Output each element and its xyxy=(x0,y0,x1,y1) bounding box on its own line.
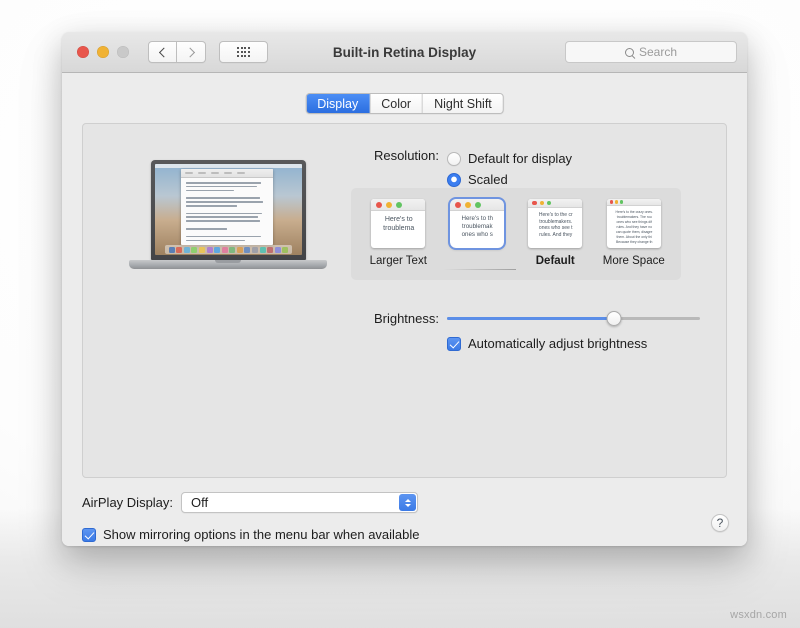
thumbnail-titlebar xyxy=(371,199,425,211)
brightness-row: Brightness: xyxy=(351,310,700,326)
scaled-option-larger-text[interactable]: Here's to troublema Larger Text xyxy=(363,199,433,267)
macbook-document-toolbar xyxy=(181,169,273,178)
checkbox-show-mirroring[interactable] xyxy=(82,528,96,542)
resolution-row: Resolution: Default for display Scaled xyxy=(351,148,572,190)
brightness-label: Brightness: xyxy=(351,311,439,326)
display-preferences-window: Built-in Retina Display Search Display C… xyxy=(62,32,747,546)
auto-brightness-label: Automatically adjust brightness xyxy=(468,336,647,351)
thumb-line: Here's to th xyxy=(454,215,501,223)
scaled-label-more-space: More Space xyxy=(599,255,669,267)
navigation-buttons xyxy=(148,41,206,63)
thumbnail-text: Here's to th troublemak ones who s xyxy=(450,211,504,240)
thumbnail-more-space: Here's to the crazy ones. troublemakers.… xyxy=(607,199,661,248)
thumb-line: rules. And they xyxy=(532,232,579,239)
window-titlebar: Built-in Retina Display Search xyxy=(62,32,747,73)
macbook-preview-image xyxy=(129,160,327,285)
thumb-line: troublemak xyxy=(454,223,501,231)
thumbnail-titlebar xyxy=(607,199,661,206)
scaled-option-more-space[interactable]: Here's to the crazy ones. troublemakers.… xyxy=(599,199,669,267)
show-mirroring-row[interactable]: Show mirroring options in the menu bar w… xyxy=(82,527,420,542)
thumb-line: troublema xyxy=(375,224,422,233)
auto-brightness-row[interactable]: Automatically adjust brightness xyxy=(447,336,647,351)
radio-icon-scaled xyxy=(447,173,461,187)
radio-default-for-display[interactable]: Default for display xyxy=(447,148,572,169)
chevron-right-icon xyxy=(185,47,195,57)
macbook-menubar xyxy=(155,164,302,168)
checkbox-auto-brightness[interactable] xyxy=(447,337,461,351)
airplay-select[interactable]: Off xyxy=(181,492,418,513)
display-controls: Resolution: Default for display Scaled xyxy=(351,124,726,477)
thumbnail-default: Here's to the cr troublemakers. ones who… xyxy=(528,199,582,248)
thumbnail-titlebar xyxy=(450,199,504,211)
thumb-line: ones who s xyxy=(454,231,501,239)
thumb-line: Because they change th xyxy=(611,240,658,245)
thumbnail-titlebar xyxy=(528,199,582,208)
macbook-screen-bezel xyxy=(151,160,306,260)
thumb-line: them. About the only thi xyxy=(611,235,658,240)
display-settings-panel: Resolution: Default for display Scaled xyxy=(82,123,727,478)
tab-night-shift[interactable]: Night Shift xyxy=(423,94,503,113)
tab-display[interactable]: Display xyxy=(306,94,370,113)
macbook-notch xyxy=(215,260,241,263)
scaled-label-default: Default xyxy=(520,255,590,267)
airplay-label: AirPlay Display: xyxy=(82,495,173,510)
watermark: wsxdn.com xyxy=(730,609,787,621)
tab-color[interactable]: Color xyxy=(370,94,423,113)
search-placeholder: Search xyxy=(639,45,677,59)
chevron-left-icon xyxy=(159,47,169,57)
macbook-base xyxy=(129,260,327,269)
back-button[interactable] xyxy=(148,41,177,63)
radio-label-default: Default for display xyxy=(468,151,572,166)
help-button[interactable]: ? xyxy=(711,514,729,532)
thumbnail-text: Here's to the crazy ones. troublemakers.… xyxy=(607,206,661,245)
selection-connector-line xyxy=(443,269,516,270)
search-icon xyxy=(625,48,634,57)
resolution-radio-group: Default for display Scaled xyxy=(447,148,572,190)
thumb-line: can quote them, disagre xyxy=(611,230,658,235)
forward-button[interactable] xyxy=(177,41,206,63)
macbook-dock xyxy=(165,245,292,254)
thumb-line: Here's to xyxy=(375,215,422,224)
radio-label-scaled: Scaled xyxy=(468,172,508,187)
slider-fill xyxy=(447,317,614,320)
macbook-document-window xyxy=(181,169,273,245)
scaled-option-default[interactable]: Here's to the cr troublemakers. ones who… xyxy=(520,199,590,267)
radio-scaled[interactable]: Scaled xyxy=(447,169,572,190)
airplay-value: Off xyxy=(191,495,208,510)
search-input[interactable]: Search xyxy=(565,41,737,63)
thumb-line: Here's to the cr xyxy=(532,212,579,219)
thumbnail-text: Here's to troublema xyxy=(371,211,425,233)
thumb-line: troublemakers. xyxy=(532,219,579,226)
macbook-screen xyxy=(155,164,302,255)
thumbnail-text: Here's to the cr troublemakers. ones who… xyxy=(528,208,582,238)
radio-icon-default xyxy=(447,152,461,166)
brightness-slider[interactable] xyxy=(447,310,700,326)
scaled-label-larger-text: Larger Text xyxy=(363,255,433,267)
airplay-display-row: AirPlay Display: Off xyxy=(82,492,418,513)
scaled-resolution-group: Here's to troublema Larger Text xyxy=(351,188,681,280)
macbook-document-text xyxy=(181,178,273,245)
scaled-resolution-options: Here's to troublema Larger Text xyxy=(351,188,681,267)
thumbnail-larger-text: Here's to troublema xyxy=(371,199,425,248)
show-all-button[interactable] xyxy=(219,41,268,63)
zoom-button xyxy=(117,46,129,58)
tab-bar: Display Color Night Shift xyxy=(305,93,504,114)
thumbnail-selected: Here's to th troublemak ones who s xyxy=(450,199,504,248)
chevron-updown-icon[interactable] xyxy=(399,494,416,511)
minimize-button[interactable] xyxy=(97,46,109,58)
resolution-label: Resolution: xyxy=(351,148,439,163)
slider-knob[interactable] xyxy=(606,311,621,326)
window-body: Display Color Night Shift xyxy=(62,73,747,546)
show-mirroring-label: Show mirroring options in the menu bar w… xyxy=(103,527,420,542)
grid-icon xyxy=(237,47,250,56)
close-button[interactable] xyxy=(77,46,89,58)
scaled-option-selected[interactable]: Here's to th troublemak ones who s xyxy=(442,199,512,267)
thumb-line: ones who see t xyxy=(532,225,579,232)
traffic-light-group xyxy=(77,46,129,58)
